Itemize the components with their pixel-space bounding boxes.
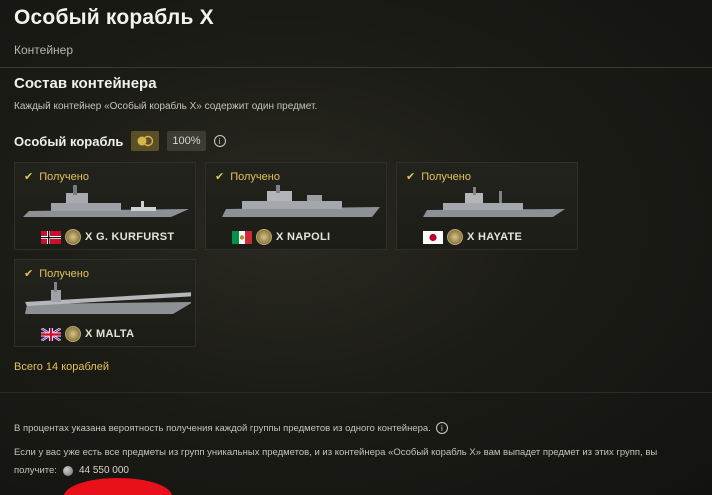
flag-uk-icon: [41, 327, 61, 341]
receive-label: получите:: [14, 465, 57, 476]
tier-emblem-icon: [447, 229, 463, 245]
ship-nameplate: X NAPOLI: [232, 229, 330, 245]
ship-nameplate: X G. KURFURST: [41, 229, 174, 245]
probability-note: В процентах указана вероятность получени…: [14, 422, 448, 434]
flag-japan-icon: [423, 230, 443, 244]
tier-emblem-icon: [65, 326, 81, 342]
credits-icon: [62, 465, 73, 476]
info-icon[interactable]: i: [435, 422, 448, 434]
ship-card-hayate[interactable]: ✔ Получено X HAYATE: [396, 162, 578, 250]
status-label: Получено: [421, 170, 471, 183]
ship-card-malta[interactable]: ✔ Получено X MALTA: [14, 259, 196, 347]
status-received: ✔ Получено: [215, 170, 280, 183]
status-received: ✔ Получено: [24, 267, 89, 280]
group-title: Особый корабль: [14, 133, 124, 149]
ship-card-napoli[interactable]: ✔ Получено X NAPOLI: [205, 162, 387, 250]
status-received: ✔ Получено: [406, 170, 471, 183]
page-subtitle: Контейнер: [14, 43, 74, 57]
aircraft-carrier-icon: [25, 282, 191, 314]
checkmark-icon: ✔: [406, 170, 416, 183]
battleship-icon: [23, 185, 189, 217]
ship-nameplate: X HAYATE: [423, 229, 522, 245]
status-received: ✔ Получено: [24, 170, 89, 183]
footer-divider: [0, 392, 712, 393]
ship-nameplate: X MALTA: [41, 326, 134, 342]
ship-card-g-kurfurst[interactable]: ✔ Получено X G. KURFURST: [14, 162, 196, 250]
checkmark-icon: ✔: [24, 267, 34, 280]
status-label: Получено: [39, 170, 89, 183]
ship-name: X G. KURFURST: [85, 231, 175, 243]
red-redaction-mark: [64, 478, 172, 495]
container-details-screen: Особый корабль X Контейнер Состав контей…: [0, 0, 712, 495]
ship-name: X MALTA: [85, 328, 135, 340]
ship-name: X NAPOLI: [276, 231, 331, 243]
credits-value: 44 550 000: [78, 465, 129, 476]
probability-note-text: В процентах указана вероятность получени…: [14, 422, 431, 434]
ship-group-icon: [131, 131, 160, 151]
checkmark-icon: ✔: [24, 170, 34, 183]
header-divider: [0, 67, 712, 68]
section-title: Состав контейнера: [14, 75, 157, 92]
status-label: Получено: [230, 170, 280, 183]
page-title: Особый корабль X: [14, 6, 214, 29]
checkmark-icon: ✔: [215, 170, 225, 183]
cruiser-icon: [222, 185, 380, 217]
tier-emblem-icon: [65, 229, 81, 245]
flag-germany-icon: [41, 230, 61, 244]
duplicate-note: Если у вас уже есть все предметы из груп…: [14, 447, 658, 458]
tier-emblem-icon: [256, 229, 272, 245]
compensation-row: получите: 44 550 000: [14, 465, 129, 476]
group-probability: 100%: [167, 131, 206, 151]
section-description: Каждый контейнер «Особый корабль X» соде…: [14, 101, 318, 112]
total-ships-link[interactable]: Всего 14 кораблей: [14, 361, 109, 373]
destroyer-icon: [423, 187, 565, 217]
group-header: Особый корабль 100% i: [14, 131, 226, 151]
info-icon[interactable]: i: [213, 135, 226, 147]
ship-name: X HAYATE: [467, 231, 523, 243]
status-label: Получено: [39, 267, 89, 280]
flag-italy-icon: [232, 230, 252, 244]
